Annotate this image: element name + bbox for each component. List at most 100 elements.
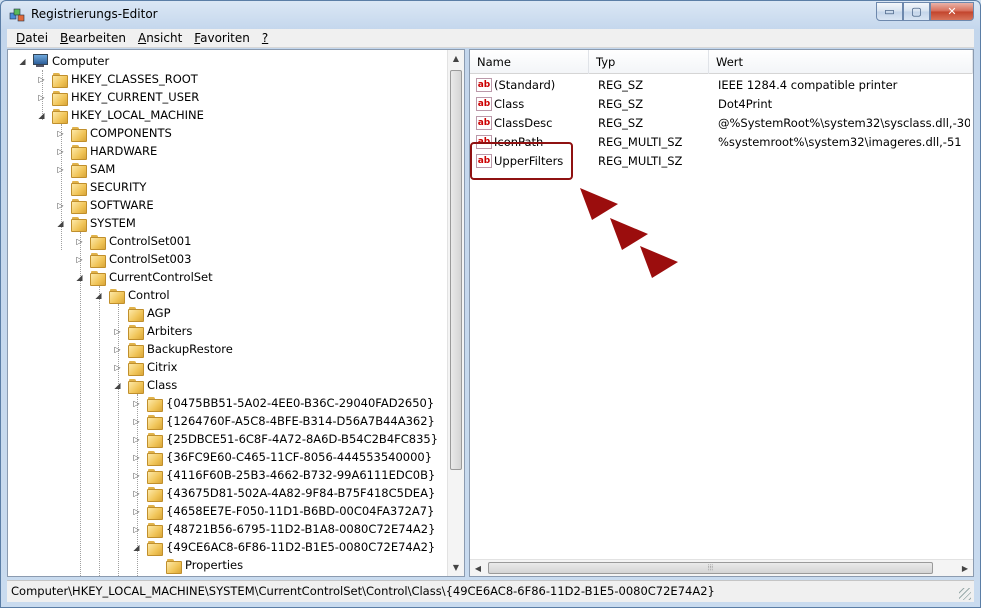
expand-arrow-icon[interactable]: ▷	[132, 453, 141, 462]
grip-icon: ⦙⦙⦙	[707, 563, 714, 572]
folder-icon	[127, 359, 144, 376]
tree-item-label: {25DBCE51-6C8F-4A72-8A6D-B54C2B4FC835}	[166, 432, 439, 446]
list-scroll-thumb[interactable]: ⦙⦙⦙	[488, 562, 933, 574]
resize-grip-icon[interactable]	[959, 588, 971, 600]
scroll-up-button[interactable]: ▲	[448, 50, 464, 67]
tree-item-label: SECURITY	[90, 180, 147, 194]
menu-bearbeiten[interactable]: Bearbeiten	[54, 31, 132, 45]
menu-ansicht[interactable]: Ansicht	[132, 31, 188, 45]
title-bar[interactable]: Registrierungs-Editor ▭ ▢ ✕	[1, 1, 980, 29]
menu-help[interactable]: ?	[256, 31, 274, 45]
tree-item[interactable]: ◢ HKEY_LOCAL_MACHINE	[37, 106, 204, 124]
tree-item[interactable]: ◢ CurrentControlSet	[75, 268, 213, 286]
tree-item[interactable]: ▷ {1264760F-A5C8-4BFE-B314-D56A7B44A362}	[132, 412, 435, 430]
tree-item[interactable]: ◢ Class	[113, 376, 177, 394]
column-header-name[interactable]: Name	[470, 50, 589, 74]
tree-item[interactable]: ▷ {4116F60B-25B3-4662-B732-99A6111EDC0B}	[132, 466, 435, 484]
expand-arrow-icon[interactable]: ▷	[56, 147, 65, 156]
expand-arrow-icon[interactable]: ▷	[56, 129, 65, 138]
value-row[interactable]: ab ClassDesc REG_SZ @%SystemRoot%\system32\…	[470, 114, 973, 133]
expand-arrow-icon[interactable]: ▷	[75, 237, 84, 246]
value-row[interactable]: ab (Standard) REG_SZ IEEE 1284.4 compatible…	[470, 76, 973, 95]
tree-item[interactable]: AGP	[113, 304, 171, 322]
tree-item-label: {4658EE7E-F050-11D1-B6BD-00C04FA372A7}	[166, 504, 435, 518]
collapse-arrow-icon[interactable]: ◢	[37, 111, 46, 120]
tree-item[interactable]: SECURITY	[56, 178, 146, 196]
tree-item[interactable]: ▷ HARDWARE	[56, 142, 157, 160]
collapse-arrow-icon[interactable]: ◢	[18, 57, 27, 66]
expand-arrow-icon[interactable]: ▷	[113, 363, 122, 372]
list-horizontal-scrollbar[interactable]: ◀ ⦙⦙⦙ ▶	[470, 559, 973, 576]
scroll-left-icon: ◀	[474, 564, 482, 573]
tree-scroll-thumb[interactable]	[450, 70, 462, 470]
tree-item-label: COMPONENTS	[90, 126, 172, 140]
expand-arrow-icon[interactable]: ▷	[75, 255, 84, 264]
collapse-arrow-icon[interactable]: ◢	[113, 381, 122, 390]
tree-item[interactable]: ▷ SOFTWARE	[56, 196, 154, 214]
folder-icon	[146, 467, 163, 484]
expand-arrow-icon[interactable]: ▷	[132, 489, 141, 498]
column-header-type[interactable]: Typ	[589, 50, 709, 74]
expand-arrow-icon[interactable]: ▷	[132, 507, 141, 516]
tree-item[interactable]: ▷ Citrix	[113, 358, 177, 376]
menu-favoriten[interactable]: Favoriten	[188, 31, 256, 45]
scroll-left-button[interactable]: ◀	[470, 560, 486, 576]
expand-arrow-icon[interactable]: ▷	[37, 75, 46, 84]
tree-item[interactable]: ▷ {48721B56-6795-11D2-B1A8-0080C72E74A2}	[132, 520, 435, 538]
expand-arrow-icon[interactable]: ▷	[113, 345, 122, 354]
expand-arrow-icon[interactable]: ▷	[37, 93, 46, 102]
tree-item[interactable]: ◢ SYSTEM	[56, 214, 136, 232]
scroll-right-button[interactable]: ▶	[957, 560, 973, 576]
list-header: Name Typ Wert	[470, 50, 973, 74]
tree-item[interactable]: ▷ HKEY_CURRENT_USER	[37, 88, 199, 106]
tree-item-label: {48721B56-6795-11D2-B1A8-0080C72E74A2}	[166, 522, 436, 536]
tree-item[interactable]: ▷ ControlSet003	[75, 250, 191, 268]
expand-arrow-icon[interactable]: ▷	[132, 399, 141, 408]
tree-item[interactable]: Properties	[151, 556, 243, 574]
expand-arrow-icon[interactable]: ▷	[132, 435, 141, 444]
column-header-value[interactable]: Wert	[709, 50, 973, 74]
tree-item[interactable]: ▷ ControlSet001	[75, 232, 191, 250]
tree-item[interactable]: ◢ {49CE6AC8-6F86-11D2-B1E5-0080C72E74A2}	[132, 538, 435, 556]
expand-arrow-icon[interactable]: ▷	[56, 165, 65, 174]
tree-item[interactable]: ▷ {43675D81-502A-4A82-9F84-B75F418C5DEA}	[132, 484, 435, 502]
scroll-down-button[interactable]: ▼	[448, 559, 464, 576]
expand-arrow-icon[interactable]: ▷	[132, 471, 141, 480]
tree-item[interactable]: ▷ {25DBCE51-6C8F-4A72-8A6D-B54C2B4FC835}	[132, 430, 438, 448]
expand-arrow-icon[interactable]: ▷	[132, 417, 141, 426]
folder-icon	[146, 413, 163, 430]
collapse-arrow-icon[interactable]: ◢	[94, 291, 103, 300]
computer-icon	[32, 53, 48, 69]
values-list-pane[interactable]: Name Typ Wert ab (Standard) REG_SZ IEEE 128…	[469, 49, 974, 577]
close-button[interactable]: ✕	[930, 2, 974, 21]
collapse-arrow-icon[interactable]: ◢	[75, 273, 84, 282]
tree-item[interactable]: ▷ Arbiters	[113, 322, 192, 340]
tree-vertical-scrollbar[interactable]: ▲ ▼	[447, 50, 464, 576]
value-name-cell: (Standard)	[494, 78, 556, 92]
scroll-up-icon: ▲	[452, 54, 460, 63]
tree-item[interactable]: ▷ BackupRestore	[113, 340, 233, 358]
collapse-arrow-icon[interactable]: ◢	[132, 543, 141, 552]
status-path: Computer\HKEY_LOCAL_MACHINE\SYSTEM\Curre…	[11, 584, 715, 598]
menu-datei[interactable]: Datei	[10, 31, 54, 45]
collapse-arrow-icon[interactable]: ◢	[56, 219, 65, 228]
tree-item[interactable]: ◢ Computer	[18, 52, 109, 70]
expand-arrow-icon[interactable]: ▷	[113, 327, 122, 336]
tree-item[interactable]: ▷ {0475BB51-5A02-4EE0-B36C-29040FAD2650}	[132, 394, 434, 412]
tree-item[interactable]: ▷ HKEY_CLASSES_ROOT	[37, 70, 198, 88]
expand-arrow-icon[interactable]: ▷	[56, 201, 65, 210]
caption-buttons: ▭ ▢ ✕	[876, 2, 974, 21]
value-name-cell: Class	[494, 97, 525, 111]
maximize-button[interactable]: ▢	[903, 2, 930, 21]
value-row[interactable]: ab Class REG_SZ Dot4Print	[470, 95, 973, 114]
tree-item[interactable]: ▷ {36FC9E60-C465-11CF-8056-444553540000}	[132, 448, 432, 466]
expand-arrow-icon[interactable]: ▷	[132, 525, 141, 534]
tree-item[interactable]: ▷ SAM	[56, 160, 115, 178]
tree-item[interactable]: ▷ {4658EE7E-F050-11D1-B6BD-00C04FA372A7}	[132, 502, 434, 520]
tree-item[interactable]: ◢ Control	[94, 286, 170, 304]
folder-icon	[165, 557, 182, 574]
key-tree-pane[interactable]: ◢ Computer ▷ HKEY_CLASSES_ROOT ▷ HKEY_CURRENT…	[7, 49, 465, 577]
minimize-button[interactable]: ▭	[876, 2, 903, 21]
folder-icon	[51, 89, 68, 106]
tree-item[interactable]: ▷ COMPONENTS	[56, 124, 172, 142]
